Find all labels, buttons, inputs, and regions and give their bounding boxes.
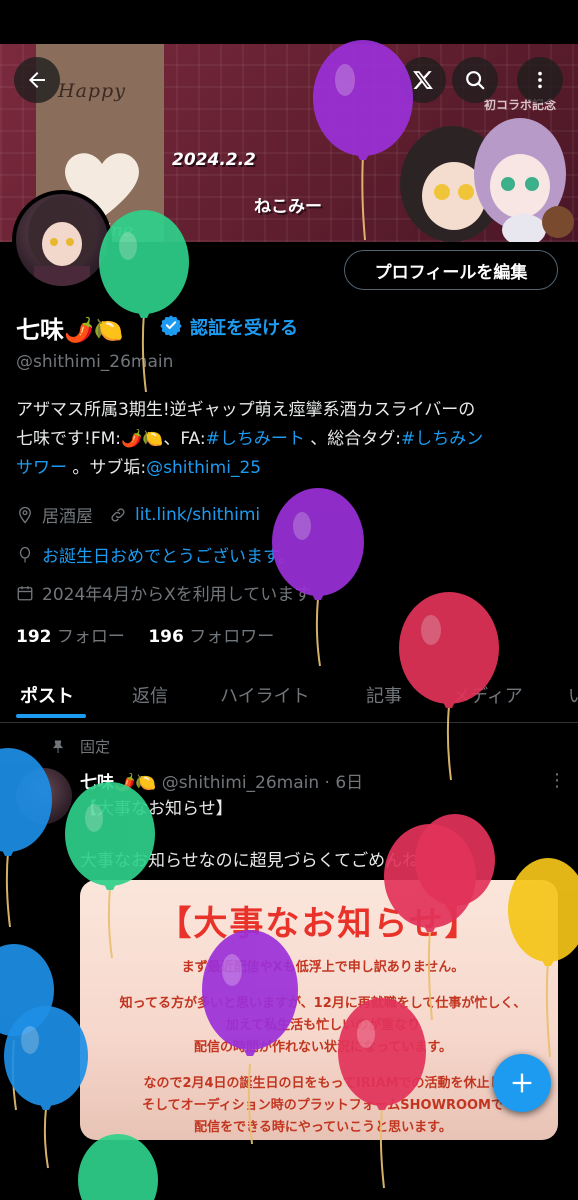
plus-icon: [512, 1073, 532, 1093]
joined-text: 2024年4月からXを利用しています: [42, 585, 312, 605]
followers-link[interactable]: 196 フォロワー: [148, 627, 274, 647]
post-text-line: 【大事なお知らせ】: [80, 799, 233, 819]
profile-tabs: ポスト 返信 ハイライト 記事 メディア い: [0, 668, 578, 723]
post-image-text: なので2月4日の誕生日の日をもってIRIAMでの活動を休止し: [143, 1076, 503, 1091]
banner-name: ねこみー: [254, 197, 322, 217]
compose-post-button[interactable]: [493, 1054, 551, 1112]
search-icon: [466, 71, 485, 90]
followers-label: フォロワー: [189, 627, 275, 647]
tab-highlights[interactable]: ハイライト: [220, 682, 310, 708]
profile-meta-joined: 2024年4月からXを利用しています: [16, 580, 311, 605]
get-verified-link[interactable]: 認証を受ける: [190, 314, 298, 340]
user-handle: @shithimi_26main: [16, 352, 174, 372]
bio-text: 。サブ垢:: [72, 458, 147, 478]
hashtag-link-cont[interactable]: サワー: [16, 458, 67, 478]
arrow-left-icon: [29, 72, 45, 88]
balloon-icon: [272, 488, 364, 667]
hashtag-link[interactable]: #しちみート: [206, 429, 305, 449]
balloon-icon: [19, 546, 31, 562]
more-vertical-icon: [538, 71, 542, 89]
profile-url-link[interactable]: lit.link/shithimi: [135, 505, 260, 525]
bio-text: 七味です!FM:🌶️🍋、FA:: [16, 429, 206, 449]
banner-date: 2024.2.2: [172, 150, 256, 170]
avatar-art: [28, 196, 96, 286]
edit-profile-button[interactable]: プロフィールを編集: [344, 250, 558, 290]
pin-icon: [53, 740, 63, 753]
x-logo-button[interactable]: [400, 57, 446, 103]
bio-line: サワー 。サブ垢:@shithimi_25: [16, 454, 568, 483]
post-avatar[interactable]: [16, 768, 72, 824]
x-logo-icon: [413, 71, 433, 89]
tab-media[interactable]: メディア: [452, 682, 523, 708]
more-button[interactable]: [517, 57, 563, 103]
tab-likes[interactable]: い: [568, 682, 578, 708]
tab-replies[interactable]: 返信: [132, 682, 168, 708]
balloon-icon: [0, 944, 54, 1111]
birthday-text[interactable]: お誕生日おめでとうございます。: [42, 542, 295, 567]
balloon-icon: [78, 1134, 158, 1200]
search-button[interactable]: [452, 57, 498, 103]
bio-line: 七味です!FM:🌶️🍋、FA:#しちみート 、総合タグ:#しちみン: [16, 425, 568, 454]
tab-posts[interactable]: ポスト: [20, 682, 74, 708]
banner-happy-text: Happy: [58, 80, 126, 102]
calendar-icon: [17, 585, 33, 600]
hashtag-link[interactable]: #しちみン: [401, 429, 483, 449]
tab-articles[interactable]: 記事: [366, 682, 402, 708]
post-author[interactable]: 七味🌶️🍋: [80, 773, 156, 793]
location-pin-icon: [19, 506, 31, 524]
follow-stats: 192 フォロー 196 フォロワー: [16, 622, 274, 647]
post-image-title: 【大事なお知らせ】: [157, 904, 481, 944]
display-name: 七味🌶️🍋: [16, 316, 124, 344]
followers-count: 196: [148, 627, 184, 647]
avatar[interactable]: [12, 190, 112, 290]
bio-line: アザマス所属3期生!逆ギャップ萌え痙攣系酒カスライバーの: [16, 400, 476, 420]
post-meta: @shithimi_26main · 6日: [161, 773, 364, 793]
post-image-text: 加えて私生活も忙しいのが重なり: [225, 1018, 421, 1033]
post-text-line: 大事なお知らせなのに超見づらくてごめんね😅: [80, 851, 437, 871]
post-header: 七味🌶️🍋 @shithimi_26main · 6日: [80, 768, 363, 793]
following-count: 192: [16, 627, 52, 647]
post-image-text: まず最近配信やXも低浮上で申し訳ありません。: [181, 960, 465, 975]
post-image-text: そしてオーディション時のプラットフォームSHOWROOMで: [142, 1098, 504, 1113]
following-link[interactable]: 192 フォロー: [16, 627, 125, 647]
active-tab-indicator: [16, 714, 86, 718]
profile-meta-birthday: お誕生日おめでとうございます。: [16, 542, 295, 567]
post-image[interactable]: 【大事なお知らせ】 まず最近配信やXも低浮上で申し訳ありません。 知ってる方が多…: [80, 880, 558, 1140]
banner-character-art: [400, 118, 574, 242]
status-bar: [0, 0, 578, 44]
pinned-label-row: 固定: [50, 736, 110, 757]
bio-text: 、総合タグ:: [310, 429, 401, 449]
pinned-label: 固定: [80, 738, 111, 756]
sub-account-link[interactable]: @shithimi_25: [146, 458, 261, 478]
profile-meta-location-url: 居酒屋 lit.link/shithimi: [16, 502, 260, 527]
following-label: フォロー: [56, 627, 125, 647]
back-button[interactable]: [14, 57, 60, 103]
verified-badge-icon[interactable]: [160, 314, 182, 336]
location-text: 居酒屋: [42, 507, 93, 527]
post-image-text: 配信をできる時にやっていこうと思います。: [194, 1120, 452, 1135]
post-image-text: 知ってる方が多いと思いますが、12月に再就職をして仕事が忙しく、: [119, 996, 527, 1011]
balloon-icon: [4, 1006, 88, 1169]
post-image-text: 配信の時間が作れない状況になっています。: [193, 1040, 453, 1055]
post-more-icon[interactable]: ⋮: [548, 770, 566, 791]
link-icon: [111, 507, 125, 522]
profile-bio: アザマス所属3期生!逆ギャップ萌え痙攣系酒カスライバーの 七味です!FM:🌶️🍋…: [16, 396, 568, 483]
